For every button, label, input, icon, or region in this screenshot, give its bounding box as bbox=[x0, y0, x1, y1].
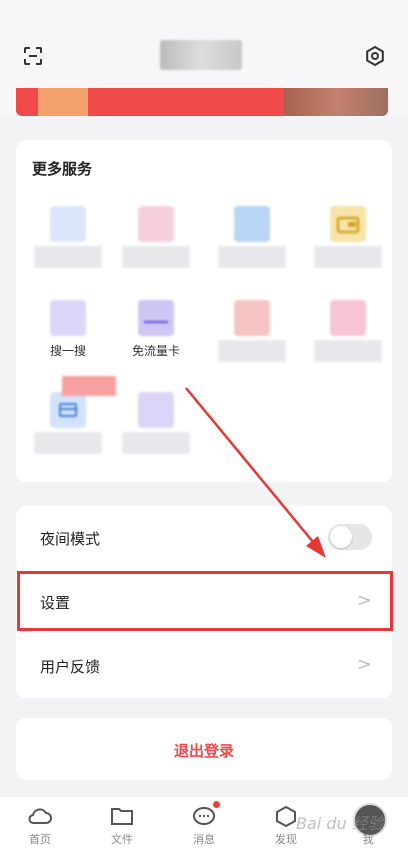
service-item[interactable] bbox=[28, 206, 108, 286]
tab-home[interactable]: 首页 bbox=[5, 797, 75, 848]
service-item[interactable] bbox=[116, 392, 196, 472]
service-item[interactable] bbox=[116, 206, 196, 286]
top-header bbox=[0, 0, 408, 118]
chevron-right-icon: > bbox=[356, 654, 372, 675]
blurred-app-icon bbox=[50, 206, 86, 242]
logout-label: 退出登录 bbox=[173, 742, 234, 760]
scan-button[interactable] bbox=[16, 39, 50, 73]
blurred-app-icon bbox=[330, 300, 366, 336]
settings-gear-button[interactable] bbox=[358, 39, 392, 73]
feedback-label: 用户反馈 bbox=[40, 658, 101, 676]
tab-files[interactable]: 文件 bbox=[87, 797, 157, 848]
message-icon bbox=[193, 807, 215, 825]
service-item[interactable] bbox=[212, 206, 292, 286]
tab-messages[interactable]: 消息 bbox=[169, 797, 239, 848]
gear-icon bbox=[366, 45, 384, 67]
service-item[interactable] bbox=[308, 300, 388, 380]
service-label: 免流量卡 bbox=[131, 344, 180, 358]
night-mode-label: 夜间模式 bbox=[40, 530, 101, 548]
blurred-app-icon bbox=[138, 392, 174, 428]
wallet-icon bbox=[330, 206, 366, 242]
night-mode-row[interactable]: 夜间模式 bbox=[16, 506, 392, 570]
cloud-icon bbox=[28, 808, 52, 824]
service-item[interactable] bbox=[308, 206, 388, 286]
card-icon bbox=[138, 300, 174, 336]
blurred-app-icon bbox=[234, 300, 270, 336]
blurred-app-icon bbox=[234, 206, 270, 242]
obscured-username bbox=[160, 40, 242, 70]
scan-icon bbox=[24, 47, 42, 65]
service-label: 搜一搜 bbox=[49, 344, 86, 358]
service-item[interactable] bbox=[212, 300, 292, 380]
night-mode-toggle[interactable] bbox=[328, 524, 372, 550]
blurred-app-icon bbox=[138, 206, 174, 242]
feedback-row[interactable]: 用户反馈 > bbox=[16, 634, 392, 698]
search-icon bbox=[50, 300, 86, 336]
settings-highlight-box bbox=[17, 571, 393, 631]
service-item-free-data-card[interactable]: 免流量卡 bbox=[116, 300, 196, 380]
box-icon bbox=[50, 392, 86, 428]
tab-label: 文件 bbox=[111, 833, 133, 846]
tab-label: 消息 bbox=[193, 833, 215, 846]
service-item-search[interactable]: 搜一搜 bbox=[28, 300, 108, 380]
obscured-badge bbox=[62, 376, 116, 396]
watermark: Bai du 经验 bbox=[296, 814, 384, 833]
logout-button[interactable]: 退出登录 bbox=[16, 718, 392, 780]
obscured-membership-banner[interactable] bbox=[16, 88, 388, 116]
unread-badge bbox=[213, 801, 220, 808]
tab-label: 首页 bbox=[29, 833, 51, 846]
folder-icon bbox=[111, 808, 133, 825]
section-title: 更多服务 bbox=[32, 160, 93, 178]
service-item[interactable] bbox=[28, 392, 108, 472]
more-services-card: 更多服务 搜一搜 免流量卡 bbox=[16, 140, 392, 482]
